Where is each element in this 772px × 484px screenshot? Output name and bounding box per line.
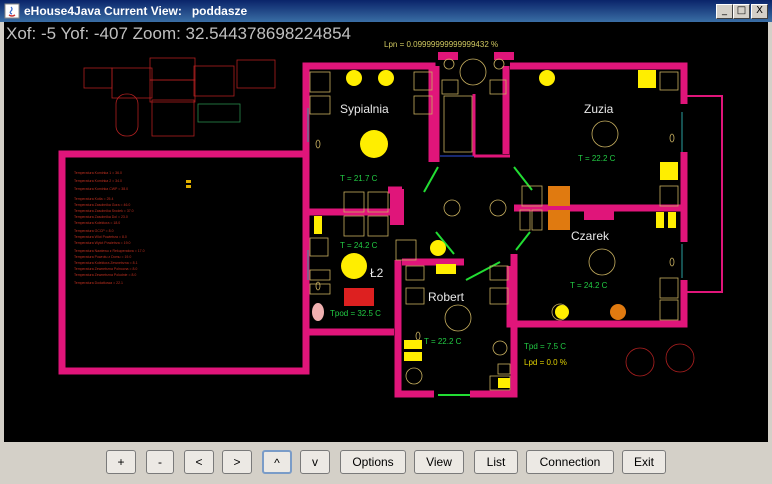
svg-text:Temperatura Zasobnika Gora = 4: Temperatura Zasobnika Gora = 46.0: [74, 203, 130, 207]
temp-tpod: Tpod = 32.5 C: [330, 309, 381, 318]
zoom-out-button[interactable]: -: [146, 450, 174, 474]
svg-text:Temperatura Kominka CWP = 38.0: Temperatura Kominka CWP = 38.0: [74, 187, 128, 191]
temp-tpd: Tpd = 7.5 C: [524, 342, 567, 351]
view-button[interactable]: View: [414, 450, 464, 474]
temp-l2: T = 24.2 C: [340, 241, 378, 250]
svg-text:Temperatura Zewnetrzna Poludni: Temperatura Zewnetrzna Poludnie = 8.0: [74, 273, 136, 277]
svg-text:Temperatura Wylot Powietrza =: Temperatura Wylot Powietrza = 19.0: [74, 241, 131, 245]
lights: [314, 70, 678, 388]
pan-down-button[interactable]: v: [300, 450, 330, 474]
svg-text:Temperatura GCCP = 8.0: Temperatura GCCP = 8.0: [74, 229, 114, 233]
pan-up-button[interactable]: ^: [262, 450, 292, 474]
coordinates-readout: Xof: -5 Yof: -407 Zoom: 32.5443786982248…: [6, 24, 351, 43]
svg-text:Temperatura Kominka 1 = 36.0: Temperatura Kominka 1 = 36.0: [74, 171, 122, 175]
svg-text:Temperatura Zasobnika Dol = 23: Temperatura Zasobnika Dol = 23.0: [74, 215, 128, 219]
svg-text:Temperatura Kolektora = 18.0: Temperatura Kolektora = 18.0: [74, 221, 120, 225]
exit-button[interactable]: Exit: [622, 450, 666, 474]
button-toolbar: + - < > ^ v Options View List Connection…: [0, 442, 772, 484]
zoom-in-button[interactable]: +: [106, 450, 136, 474]
options-button[interactable]: Options: [340, 450, 406, 474]
svg-text:Temperatura Kominka 2 = 34.0: Temperatura Kominka 2 = 34.0: [74, 179, 122, 183]
room-label-robert: Robert: [428, 290, 465, 304]
list-button[interactable]: List: [474, 450, 518, 474]
svg-text:Temperatura Wlot Powietrza = 8: Temperatura Wlot Powietrza = 8.0: [74, 235, 127, 239]
lpd-readout: Lpd = 0.0 %: [524, 358, 567, 367]
room-label-sypialnia: Sypialnia: [340, 102, 389, 116]
java-app-icon: [4, 3, 20, 19]
window-title: eHouse4Java Current View: poddasze: [24, 4, 248, 18]
connection-button[interactable]: Connection: [526, 450, 614, 474]
pan-right-button[interactable]: >: [222, 450, 252, 474]
room-label-l2: Ł2: [370, 266, 384, 280]
title-bar: eHouse4Java Current View: poddasze _ □ X: [0, 0, 772, 22]
svg-text:Temperatura Dodatkowa = 22.1: Temperatura Dodatkowa = 22.1: [74, 281, 123, 285]
svg-text:Temperatura Zasobnika Srodek =: Temperatura Zasobnika Srodek = 37.0: [74, 209, 134, 213]
svg-text:Temperatura Nawiewu z Rekupera: Temperatura Nawiewu z Rekuperatora = 17.…: [74, 249, 145, 253]
floorplan-canvas[interactable]: Temperatura Kominka 1 = 36.0 Temperatura…: [4, 22, 768, 442]
room-label-czarek: Czarek: [571, 229, 610, 243]
svg-text:Temperatura Kotla = 25.4: Temperatura Kotla = 25.4: [74, 197, 113, 201]
svg-text:Temperatura Zewnetrzna Polnocn: Temperatura Zewnetrzna Polnocna = 8.0: [74, 267, 137, 271]
temp-robert: T = 22.2 C: [424, 337, 462, 346]
close-button[interactable]: X: [751, 4, 768, 19]
room-label-zuzia: Zuzia: [584, 102, 614, 116]
temp-czarek: T = 24.2 C: [570, 281, 608, 290]
pan-left-button[interactable]: <: [184, 450, 214, 474]
temp-zuzia: T = 22.2 C: [578, 154, 616, 163]
svg-text:Temperatura Powrotu z Domu = 1: Temperatura Powrotu z Domu = 19.0: [74, 255, 131, 259]
floorplan-drawing: Temperatura Kominka 1 = 36.0 Temperatura…: [58, 52, 723, 398]
svg-text:Temperatura Kolektora Zewnetrz: Temperatura Kolektora Zewnetrzna = 8.1: [74, 261, 138, 265]
lpn-readout: Lpn = 0.09999999999999432 %: [384, 40, 499, 49]
maximize-button[interactable]: □: [733, 4, 750, 19]
temp-sypialnia: T = 21.7 C: [340, 174, 378, 183]
minimize-button[interactable]: _: [716, 4, 733, 19]
minimap: [83, 57, 276, 137]
